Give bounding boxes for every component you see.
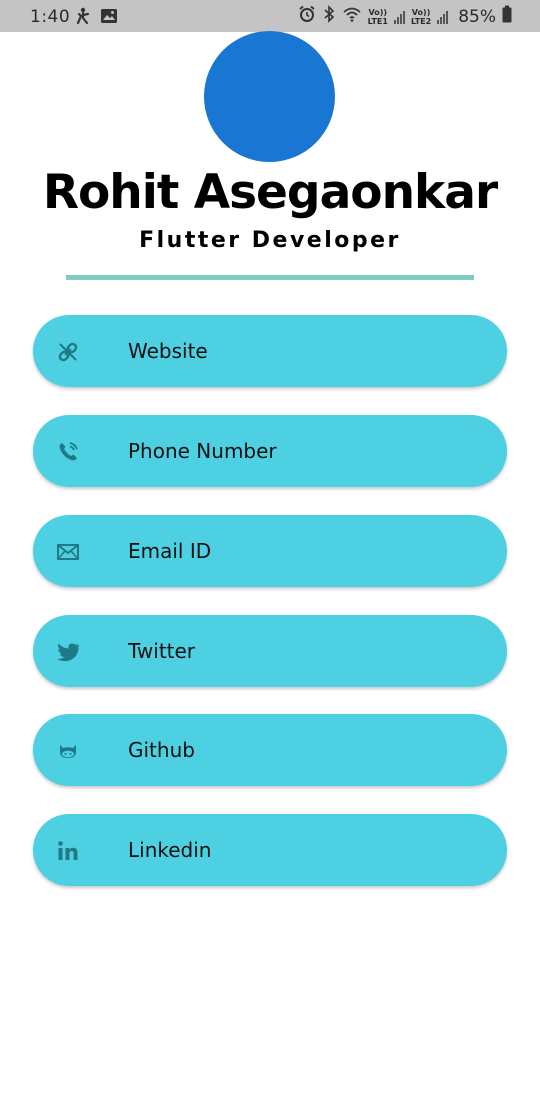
signal-icon-2	[437, 10, 449, 24]
alarm-icon	[298, 5, 316, 28]
accessibility-icon	[74, 7, 92, 30]
profile-title: Flutter Developer	[139, 228, 401, 253]
github-card[interactable]: Github	[33, 714, 507, 786]
profile-name: Rohit Asegaonkar	[42, 165, 498, 220]
twitter-icon	[55, 639, 81, 665]
card-label-twitter: Twitter	[128, 639, 196, 663]
sim2-label: LTE2	[410, 16, 432, 26]
battery-percent: 85%	[458, 6, 496, 27]
bluetooth-icon	[322, 5, 336, 28]
mail-icon	[55, 539, 81, 565]
card-label-github: Github	[128, 738, 195, 762]
divider	[66, 275, 474, 280]
phone-card[interactable]: Phone Number	[33, 415, 507, 487]
card-label-email: Email ID	[128, 539, 212, 563]
status-bar: 1:40 Vo)) LTE1 Vo)) LTE2 85%	[0, 0, 540, 32]
wifi-icon	[342, 5, 362, 28]
signal-icon	[393, 10, 405, 24]
volte-label-2: Vo))	[411, 7, 431, 17]
email-card[interactable]: Email ID	[33, 515, 507, 587]
link-icon	[55, 339, 81, 365]
sim1-label: LTE1	[367, 16, 388, 26]
card-label-phone: Phone Number	[128, 439, 277, 463]
card-label-linkedin: Linkedin	[128, 838, 212, 862]
volte-label: Vo))	[368, 7, 388, 17]
battery-icon	[502, 5, 512, 28]
twitter-card[interactable]: Twitter	[33, 615, 507, 687]
linkedin-card[interactable]: Linkedin	[33, 814, 507, 886]
status-time: 1:40	[30, 7, 71, 27]
image-icon	[100, 7, 118, 30]
card-label-website: Website	[128, 339, 208, 363]
website-card[interactable]: Website	[33, 315, 507, 387]
phone-icon	[55, 439, 81, 465]
linkedin-icon	[55, 838, 81, 864]
github-icon	[55, 738, 81, 764]
avatar	[204, 31, 335, 162]
